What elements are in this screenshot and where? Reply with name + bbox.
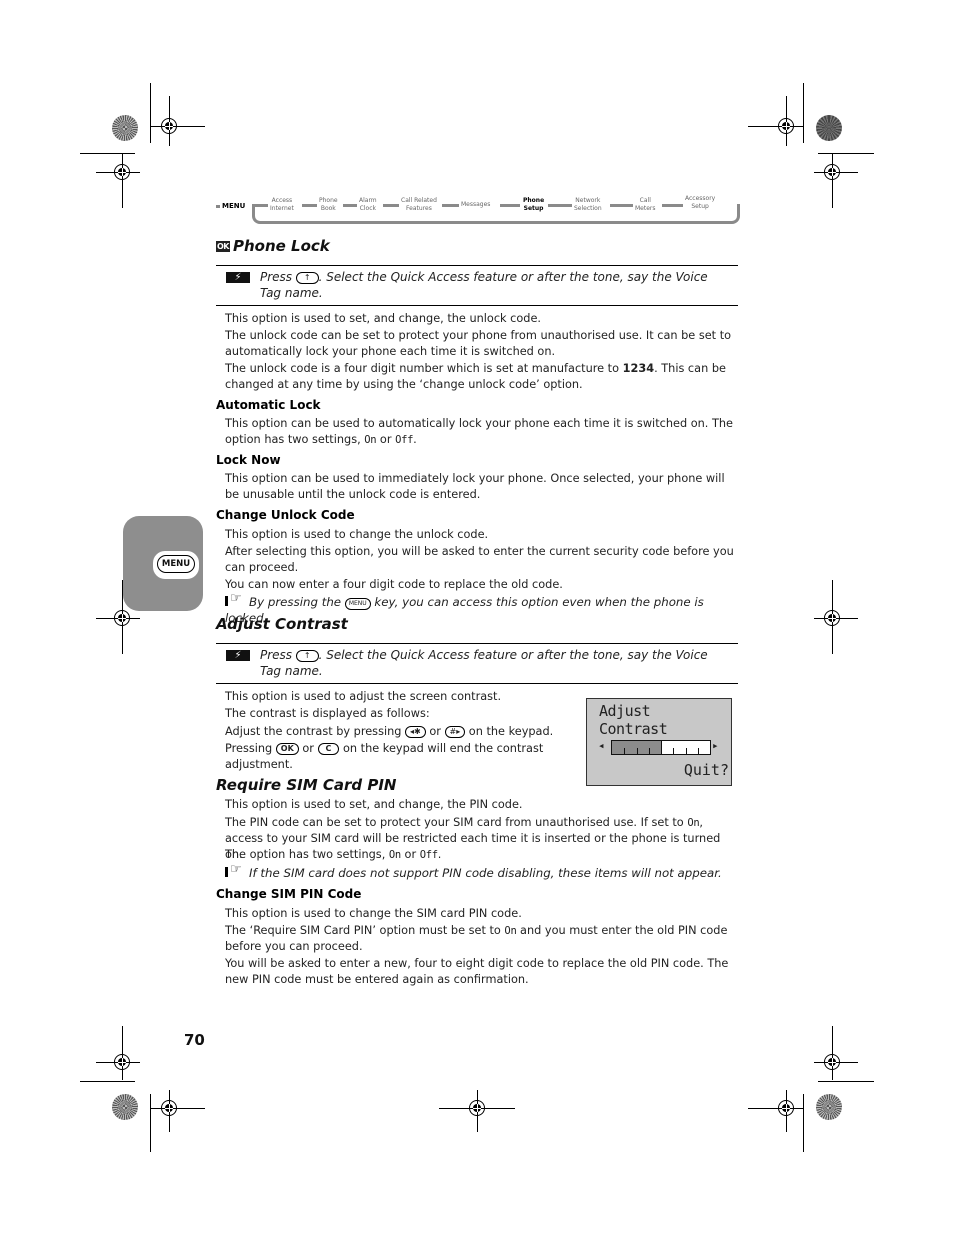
nav-item-accessory-setup: Accessory Setup (683, 195, 718, 211)
nav-item-call-meters: Call Meters (633, 197, 658, 213)
up-key-icon: ↑ (295, 650, 319, 662)
quick-access-icon: ⚡ (226, 272, 250, 283)
nav-item-messages: Messages (459, 201, 493, 209)
decrease-arrow-icon: ◂ (598, 739, 605, 752)
nav-item-phone-book: Phone Book (317, 197, 340, 213)
paragraph: The option has two settings, On or Off. (225, 848, 442, 861)
paragraph: The unlock code can be set to protect yo… (225, 329, 732, 358)
trim-line (803, 83, 804, 143)
quick-access-text: Press ↑. Select the Quick Access feature… (260, 270, 708, 300)
increase-arrow-icon: ▸ (712, 739, 719, 752)
trim-line (150, 83, 151, 143)
nav-item-access-internet: Access Internet (268, 197, 296, 213)
contrast-tick (636, 748, 638, 754)
section-title-require-sim-pin: Require SIM Card PIN (216, 776, 397, 794)
ok-key-icon: OK (216, 241, 230, 252)
nav-connector (383, 204, 399, 207)
section-title-adjust-contrast: Adjust Contrast (216, 615, 348, 633)
lcd-contrast-screen: Adjust Contrast ◂ ▸ Quit? (586, 698, 732, 786)
menu-key-icon: MENU (344, 598, 371, 610)
star-left-key-icon: ◂✱ (405, 726, 426, 738)
quick-access-text: Press ↑. Select the Quick Access feature… (260, 648, 708, 678)
note-hand-icon (225, 862, 247, 878)
nav-connector (548, 204, 572, 207)
paragraph: This option can be used to immediately l… (225, 472, 725, 501)
nav-connector (500, 204, 520, 207)
paragraph: This option is used to change the unlock… (225, 528, 489, 541)
contrast-tick (648, 748, 650, 754)
trim-line (80, 153, 135, 154)
paragraph: The contrast is displayed as follows: (225, 707, 430, 720)
paragraph: The unlock code is a four digit number w… (225, 362, 726, 391)
subheading-change-unlock-code: Change Unlock Code (216, 508, 355, 522)
paragraph: You will be asked to enter a new, four t… (225, 957, 729, 986)
menu-key-icon: MENU (153, 551, 199, 579)
trim-line (818, 153, 874, 154)
nav-menu-label: MENU (216, 202, 245, 210)
paragraph: The ‘Require SIM Card PIN’ option must b… (225, 924, 728, 953)
nav-connector (442, 204, 460, 207)
contrast-level-bar (611, 740, 711, 755)
quick-access-box: ⚡ Press ↑. Select the Quick Access featu… (216, 643, 738, 684)
nav-connector (610, 204, 634, 207)
quick-access-icon: ⚡ (226, 650, 250, 661)
subheading-change-sim-pin: Change SIM PIN Code (216, 887, 362, 901)
clear-key-icon: C (317, 743, 340, 755)
ok-key-icon: OK (275, 743, 299, 755)
paragraph: This option is used to set, and change, … (225, 312, 542, 325)
trim-line (80, 1081, 135, 1082)
nav-connector (343, 204, 357, 207)
lcd-line-1: Adjust (599, 702, 651, 720)
color-registration-rosette (816, 1094, 842, 1120)
lcd-softkey-quit: Quit? (683, 761, 729, 779)
quick-access-box: ⚡ Press ↑. Select the Quick Access featu… (216, 265, 738, 306)
section-title-phone-lock: OK Phone Lock (216, 237, 330, 255)
paragraph: Adjust the contrast by pressing ◂✱ or #▸… (225, 725, 554, 738)
lcd-line-2: Contrast (599, 720, 668, 738)
color-registration-rosette (112, 1094, 138, 1120)
nav-item-call-related-features: Call Related Features (399, 197, 439, 213)
paragraph: Pressing OK or C on the keypad will end … (225, 742, 544, 771)
paragraph: You can now enter a four digit code to r… (225, 578, 563, 591)
nav-connector (252, 204, 268, 207)
paragraph: This option is used to change the SIM ca… (225, 907, 522, 920)
phone-lock-title-text: Phone Lock (233, 237, 330, 255)
trim-line (150, 1094, 151, 1152)
nav-item-phone-setup: Phone Setup (521, 197, 547, 213)
up-key-icon: ↑ (295, 272, 319, 284)
contrast-tick (661, 741, 662, 754)
menu-navigation-strip: MENU Access Internet Phone Book Alarm Clock… (216, 194, 740, 228)
note-hand-icon (225, 591, 247, 607)
hash-right-key-icon: #▸ (444, 726, 466, 738)
default-code: 1234 (622, 362, 655, 375)
nav-item-alarm-clock: Alarm Clock (357, 197, 379, 213)
contrast-tick (624, 748, 626, 754)
page-number: 70 (184, 1031, 205, 1049)
color-registration-rosette (112, 115, 138, 141)
paragraph: This option can be used to automatically… (225, 417, 733, 446)
contrast-tick (697, 748, 699, 754)
note: If the SIM card does not support PIN cod… (225, 862, 740, 881)
nav-connector (662, 204, 684, 207)
nav-connector (302, 204, 318, 207)
contrast-tick (685, 748, 687, 754)
paragraph: This option is used to set, and change, … (225, 798, 523, 811)
nav-item-network-selection: Network Selection (572, 197, 604, 213)
subheading-lock-now: Lock Now (216, 453, 281, 467)
trim-line (818, 1081, 874, 1082)
paragraph: After selecting this option, you will be… (225, 545, 734, 574)
paragraph: This option is used to adjust the screen… (225, 690, 502, 703)
trim-line (803, 1094, 804, 1152)
color-registration-rosette (816, 115, 842, 141)
contrast-tick (673, 748, 675, 754)
subheading-automatic-lock: Automatic Lock (216, 398, 321, 412)
